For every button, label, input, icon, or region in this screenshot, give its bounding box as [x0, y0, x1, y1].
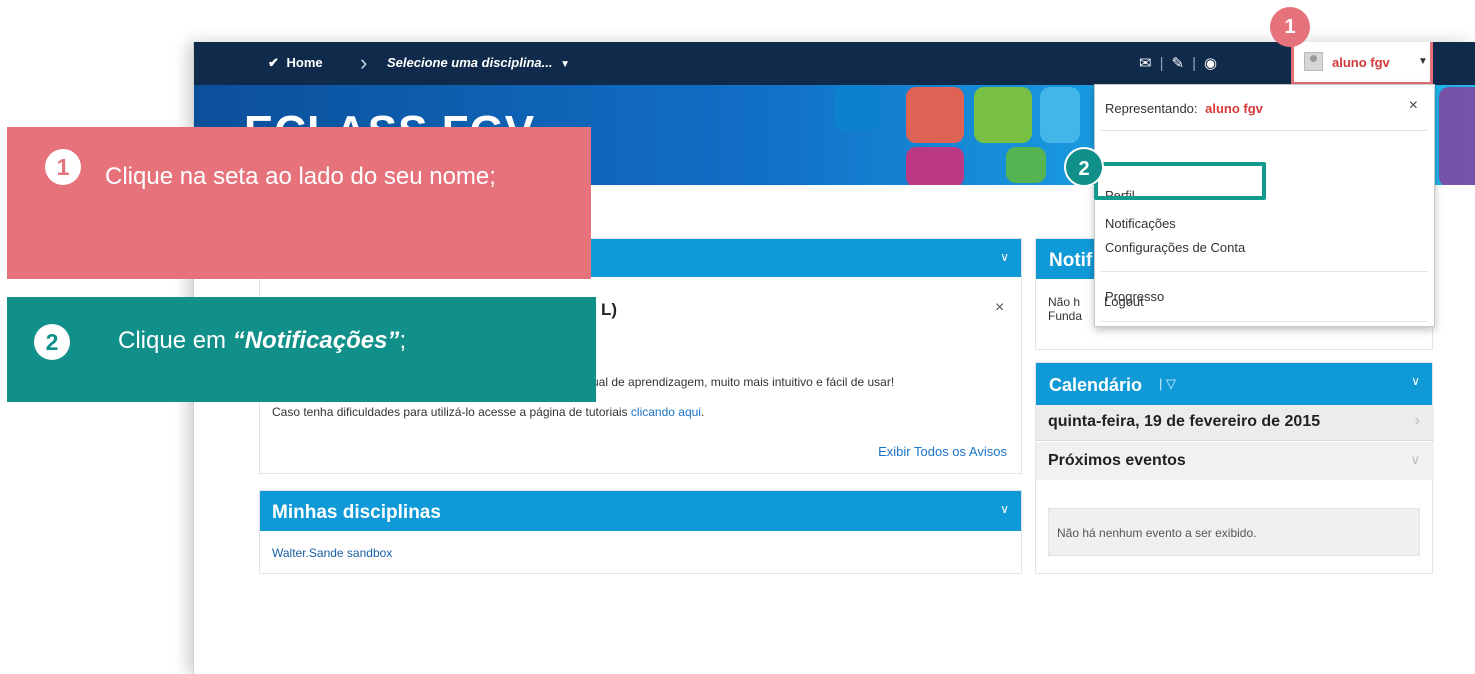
calendar-date: quinta-feira, 19 de fevereiro de 2015 — [1048, 413, 1321, 430]
home-logo-icon: ✔ — [268, 55, 279, 70]
user-menu-button[interactable]: aluno fgv ▼ — [1291, 42, 1433, 85]
close-icon[interactable]: × — [1409, 97, 1418, 115]
upcoming-events-row[interactable]: Próximos eventos ∨ — [1036, 442, 1434, 480]
view-all-announcements-link[interactable]: Exibir Todos os Avisos — [878, 444, 1007, 459]
announcement-text: Caso tenha dificuldades para utilizá-lo … — [272, 405, 628, 419]
banner-tile — [1006, 147, 1046, 183]
course-selector[interactable]: Selecione uma disciplina... ▼ — [387, 55, 570, 70]
course-selector-label: Selecione uma disciplina... — [387, 55, 553, 70]
chevron-down-icon[interactable]: ∨ — [1411, 374, 1420, 388]
calendar-panel: Calendário | ▽ ∨ quinta-feira, 19 de fev… — [1035, 362, 1434, 574]
announcement-title: L) — [601, 300, 618, 319]
notifications-title: Notif — [1049, 250, 1093, 271]
announcement-line-2: Caso tenha dificuldades para utilizá-lo … — [272, 405, 705, 419]
course-link[interactable]: Walter.Sande sandbox — [272, 546, 392, 560]
calendar-header: Calendário | ▽ ∨ — [1036, 363, 1432, 405]
caret-down-icon: ▼ — [560, 59, 570, 70]
chevron-down-icon[interactable]: ∨ — [1000, 250, 1009, 264]
close-icon[interactable]: × — [995, 299, 1004, 317]
banner-tile — [1439, 87, 1475, 185]
home-tile-icon — [906, 87, 964, 143]
banner-tile — [906, 147, 964, 185]
caret-down-icon[interactable]: ▼ — [1418, 56, 1428, 67]
step-2-marker: 2 — [1064, 147, 1104, 187]
representing-user: aluno fgv — [1205, 101, 1263, 116]
representing-row: Representando: aluno fgv — [1105, 101, 1263, 116]
no-events-box: Não há nenhum evento a ser exibido. — [1048, 508, 1420, 556]
top-navbar: ✔ Home › Selecione uma disciplina... ▼ ✉… — [194, 42, 1475, 85]
music-tile-icon — [974, 87, 1032, 143]
notifications-text-2: Funda — [1048, 309, 1083, 323]
notifications-text-1: Não h — [1048, 295, 1081, 309]
camera-tile-icon — [1040, 87, 1080, 143]
representing-label: Representando: — [1105, 101, 1198, 116]
step-1-marker: 1 — [1270, 7, 1310, 47]
chevron-right-icon[interactable]: › — [1415, 412, 1420, 430]
chevron-down-icon[interactable]: ∨ — [1410, 452, 1420, 468]
no-events-message: Não há nenhum evento a ser exibido. — [1057, 526, 1257, 540]
step-2-badge: 2 — [34, 324, 70, 360]
step-2-text-prefix: Clique em — [118, 327, 233, 354]
subscriptions-icon[interactable]: ✎ — [1171, 55, 1186, 72]
tutorial-slide: ✔ Home › Selecione uma disciplina... ▼ ✉… — [0, 0, 1475, 674]
avatar-icon — [1304, 52, 1323, 71]
step-2-callout: 2 Clique em “Notificações”; — [7, 297, 596, 402]
step-2-text: Clique em “Notificações”; — [118, 327, 406, 355]
messages-icon[interactable]: ✉ — [1139, 55, 1154, 72]
calendar-date-row[interactable]: quinta-feira, 19 de fevereiro de 2015 › — [1036, 405, 1434, 441]
banner-tile — [834, 85, 882, 131]
chevron-down-icon[interactable]: ∨ — [1000, 502, 1009, 516]
top-icons: ✉ | ✎ | ◉ — [1139, 55, 1220, 72]
my-courses-title: Minhas disciplinas — [272, 502, 441, 523]
upcoming-events-title: Próximos eventos — [1048, 452, 1186, 469]
home-label: Home — [286, 55, 323, 70]
my-courses-panel: Minhas disciplinas ∨ Walter.Sande sandbo… — [259, 490, 1022, 574]
step-1-callout: 1 Clique na seta ao lado do seu nome; — [7, 127, 591, 279]
tutorial-link[interactable]: clicando aqui — [631, 405, 701, 419]
menu-item-logout[interactable]: Logout — [1104, 294, 1144, 309]
my-courses-header: Minhas disciplinas ∨ — [260, 491, 1021, 531]
calendar-options-icon[interactable]: | ▽ — [1159, 376, 1176, 392]
step-2-text-emphasis: “Notificações” — [232, 327, 400, 354]
calendar-title: Calendário — [1049, 375, 1143, 395]
menu-item-notificacoes[interactable]: Notificações — [1105, 216, 1176, 231]
step-1-text: Clique na seta ao lado do seu nome; — [105, 163, 496, 190]
breadcrumb-separator-icon: › — [360, 50, 368, 75]
announcement-line-1: ual de aprendizagem, muito mais intuitiv… — [592, 375, 895, 389]
menu-item-configuracoes[interactable]: Configurações de Conta — [1105, 240, 1245, 255]
home-link[interactable]: ✔ Home — [268, 55, 323, 71]
user-dropdown-menu: Representando: aluno fgv × Perfil Notifi… — [1094, 84, 1435, 327]
user-name: aluno fgv — [1332, 55, 1390, 70]
step-2-text-suffix: ; — [399, 327, 407, 354]
updates-icon[interactable]: ◉ — [1204, 55, 1219, 72]
notifications-highlight — [1094, 162, 1266, 200]
